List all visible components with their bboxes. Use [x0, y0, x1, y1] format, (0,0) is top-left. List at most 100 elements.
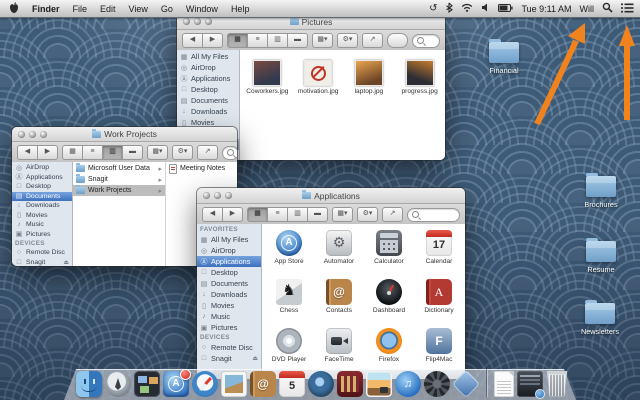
arrange-menu-button[interactable]: ▦▾ — [332, 207, 353, 222]
dock-launchpad-icon[interactable] — [105, 371, 131, 397]
menu-go[interactable]: Go — [161, 4, 173, 14]
back-button[interactable]: ◀ — [17, 145, 38, 160]
file-laptop[interactable]: laptop.jpg — [344, 60, 395, 95]
sidebar-item-music[interactable]: ♪Music — [197, 311, 261, 322]
dock-document-icon[interactable] — [494, 371, 514, 397]
eject-icon[interactable]: ⏏ — [252, 355, 258, 362]
dock-itunes-icon[interactable] — [395, 371, 421, 397]
column-view-button[interactable]: ▥ — [103, 145, 123, 160]
app-dictionary[interactable]: Dictionary — [414, 279, 464, 328]
app-dashboard[interactable]: Dashboard — [364, 279, 414, 328]
sidebar-item-remote-disc[interactable]: ○Remote Disc — [197, 342, 261, 353]
wifi-icon[interactable] — [461, 3, 473, 14]
app-chess[interactable]: Chess — [264, 279, 314, 328]
eject-icon[interactable]: ⏏ — [63, 259, 69, 266]
action-menu-button[interactable]: ⚙▾ — [337, 33, 358, 48]
forward-button[interactable]: ▶ — [38, 145, 58, 160]
dock-app-store-icon[interactable] — [163, 371, 189, 397]
sidebar-item-all-my-files[interactable]: ▦All My Files — [197, 234, 261, 245]
close-button[interactable] — [203, 192, 210, 199]
menu-file[interactable]: File — [73, 4, 88, 14]
sidebar-item-all-my-files[interactable]: ▦All My Files — [177, 51, 239, 62]
sidebar-item-airdrop[interactable]: ◎AirDrop — [197, 245, 261, 256]
volume-icon[interactable] — [481, 3, 490, 14]
minimize-button[interactable] — [29, 131, 36, 138]
back-button[interactable]: ◀ — [202, 207, 223, 222]
search-input[interactable] — [412, 34, 440, 48]
close-button[interactable] — [183, 18, 190, 25]
list-view-button[interactable]: ≡ — [83, 145, 103, 160]
sidebar-item-desktop[interactable]: □Desktop — [177, 84, 239, 95]
list-view-button[interactable]: ≡ — [248, 33, 268, 48]
sidebar-item-remote-disc[interactable]: ○Remote Disc — [12, 248, 72, 258]
zoom-button[interactable] — [225, 192, 232, 199]
folder-row-microsoft-user-data[interactable]: Microsoft User Data▸ — [73, 163, 165, 174]
share-button[interactable]: ↗ — [382, 207, 403, 222]
file-progress[interactable]: progress.jpg — [394, 60, 445, 95]
list-view-button[interactable]: ≡ — [268, 207, 288, 222]
icon-view-button[interactable]: ▦ — [247, 207, 268, 222]
desktop-folder-brochures[interactable]: Brochures — [578, 176, 624, 209]
dock-safari-icon[interactable] — [192, 371, 218, 397]
menu-view[interactable]: View — [129, 4, 148, 14]
dock-contacts-icon[interactable] — [250, 371, 276, 397]
close-button[interactable] — [18, 131, 25, 138]
search-input[interactable] — [407, 208, 460, 222]
share-button[interactable]: ↗ — [197, 145, 218, 160]
app-automator[interactable]: Automator — [314, 230, 364, 279]
zoom-button[interactable] — [40, 131, 47, 138]
column-view-button[interactable]: ▥ — [288, 207, 308, 222]
list-menu-icon[interactable] — [621, 3, 634, 15]
title-bar[interactable]: Applications — [197, 188, 465, 204]
coverflow-view-button[interactable]: ▬ — [288, 33, 308, 48]
sidebar-item-desktop[interactable]: □Desktop — [197, 267, 261, 278]
arrange-menu-button[interactable]: ▦▾ — [312, 33, 333, 48]
zoom-button[interactable] — [205, 18, 212, 25]
forward-button[interactable]: ▶ — [223, 207, 243, 222]
sidebar-item-documents[interactable]: ▤Documents — [177, 95, 239, 106]
back-button[interactable]: ◀ — [182, 33, 203, 48]
battery-icon[interactable] — [498, 4, 513, 14]
dock-trash-icon[interactable] — [546, 371, 568, 397]
dock-finder-icon[interactable] — [76, 371, 102, 397]
app-calculator[interactable]: Calculator — [364, 230, 414, 279]
dock-imovie-icon[interactable] — [337, 371, 363, 397]
sidebar-item-desktop[interactable]: □Desktop — [12, 182, 72, 192]
sidebar-item-downloads[interactable]: ↓Downloads — [177, 106, 239, 117]
menu-window[interactable]: Window — [186, 4, 218, 14]
sidebar-item-documents[interactable]: ▤Documents — [197, 278, 261, 289]
file-motivation[interactable]: motivation.jpg — [293, 60, 344, 95]
time-machine-icon[interactable]: ↺ — [429, 4, 437, 14]
sidebar-item-applications[interactable]: ⒶApplications — [197, 256, 261, 267]
forward-button[interactable]: ▶ — [203, 33, 223, 48]
sidebar-item-movies[interactable]: ▯Movies — [197, 300, 261, 311]
finder-window-applications[interactable]: Applications ◀▶ ▦≡▥▬ ▦▾ ⚙▾ ↗ FAVORITES ▦… — [197, 188, 465, 379]
icon-view-button[interactable]: ▦ — [62, 145, 83, 160]
desktop-folder-newsletters[interactable]: Newsletters — [574, 303, 626, 336]
desktop-folder-financial[interactable]: Financial — [480, 42, 528, 75]
sidebar-item-downloads[interactable]: ↓Downloads — [12, 201, 72, 211]
user-menu[interactable]: Will — [580, 4, 595, 14]
share-button[interactable]: ↗ — [362, 33, 383, 48]
column-view-button[interactable]: ▥ — [268, 33, 288, 48]
bluetooth-icon[interactable] — [445, 2, 453, 15]
dock-preview-icon[interactable] — [221, 371, 247, 397]
sidebar-item-snagit-disk[interactable]: □Snagit⏏ — [12, 258, 72, 267]
file-row-meeting-notes[interactable]: Meeting Notes — [166, 163, 237, 174]
menu-clock[interactable]: Tue 9:11 AM — [521, 4, 571, 14]
app-calendar[interactable]: 17Calendar — [414, 230, 464, 279]
icon-view-button[interactable]: ▦ — [227, 33, 248, 48]
sidebar-item-downloads[interactable]: ↓Downloads — [197, 289, 261, 300]
spotlight-icon[interactable] — [602, 2, 613, 15]
sidebar-item-pictures[interactable]: ▣Pictures — [12, 230, 72, 240]
action-menu-button[interactable]: ⚙▾ — [357, 207, 378, 222]
dock-minimized-window-icon[interactable] — [517, 371, 543, 397]
sidebar-item-applications[interactable]: ⒶApplications — [177, 73, 239, 84]
app-contacts[interactable]: Contacts — [314, 279, 364, 328]
menu-finder[interactable]: Finder — [32, 4, 60, 14]
search-input[interactable] — [222, 146, 237, 160]
folder-row-work-projects[interactable]: Work Projects▸ — [73, 185, 165, 196]
title-bar[interactable]: Work Projects — [12, 127, 237, 142]
minimize-button[interactable] — [194, 18, 201, 25]
dock-photo-booth-icon[interactable] — [308, 371, 334, 397]
